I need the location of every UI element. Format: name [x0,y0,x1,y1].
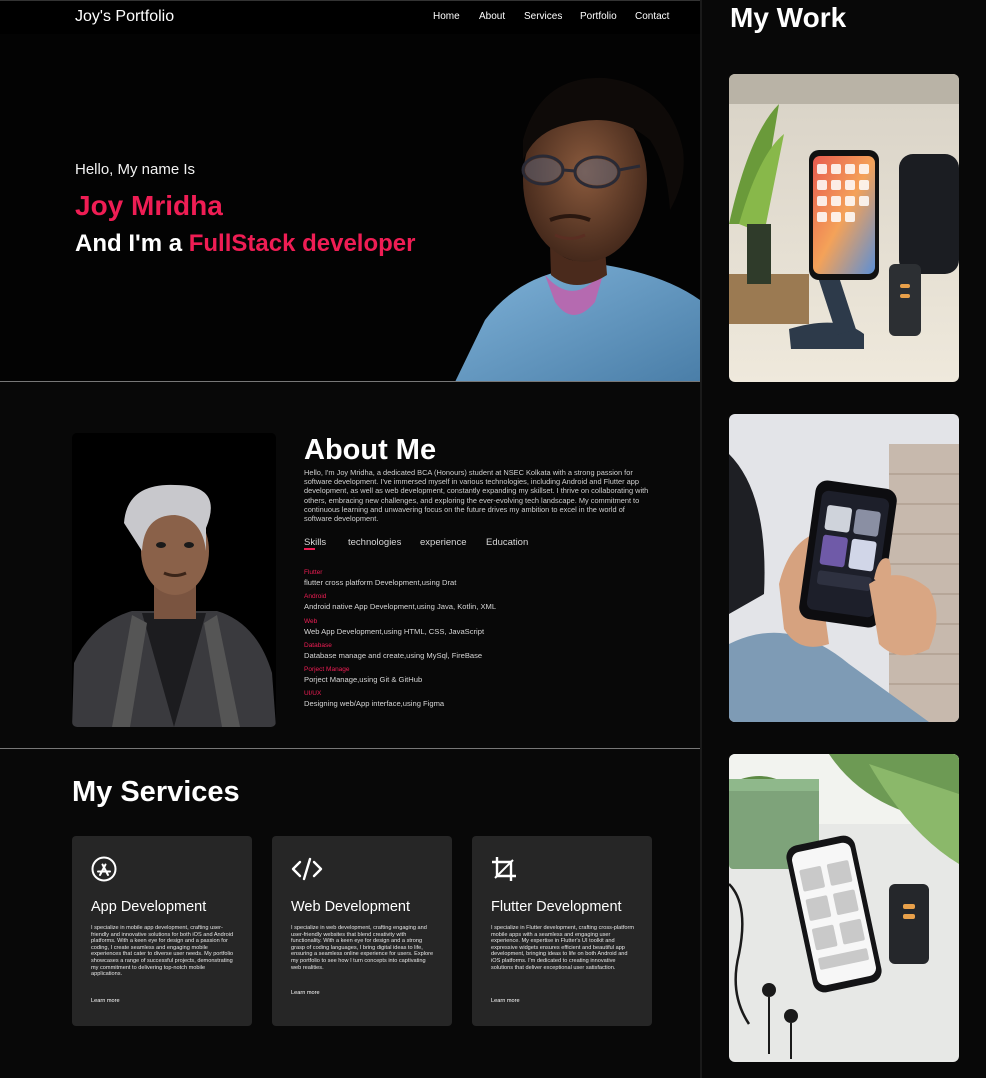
main-column: Joy's Portfolio Home About Services Port… [0,0,700,1078]
tab-skills[interactable]: Skills [304,537,326,548]
about-title: About Me [304,434,437,466]
tab-education[interactable]: Education [486,537,528,548]
site-header: Joy's Portfolio Home About Services Port… [0,0,700,34]
about-portrait-image [72,433,276,727]
work-item-hands-phone-image[interactable] [729,414,959,722]
skill-name: UI/UX [304,690,322,697]
hero-name: Joy Mridha [75,190,223,221]
crop-icon [492,857,516,881]
service-title: Web Development [291,899,411,915]
skill-name: Porject Manage [304,666,350,673]
work-item-phone-stand-image[interactable] [729,74,959,382]
learn-more-link[interactable]: Learn more [91,998,120,1004]
work-title: My Work [730,2,847,33]
code-icon [291,857,323,881]
skill-description: Database manage and create,using MySql, … [304,651,483,660]
nav-services[interactable]: Services [524,11,562,22]
hero-role-prefix: And I'm a [75,230,189,257]
work-item-phone-table-image[interactable] [729,754,959,1062]
skill-name: Database [304,642,332,649]
nav-portfolio[interactable]: Portfolio [580,11,617,22]
app-store-icon [91,856,117,882]
skill-description: Android native App Development,using Jav… [304,602,497,611]
skill-description: Web App Development,using HTML, CSS, Jav… [304,627,485,636]
services-title: My Services [72,776,240,808]
skill-name: Android [304,593,327,600]
services-section: My Services App Development I specialize… [0,749,700,1078]
service-description: I specialize in web development, craftin… [291,925,434,971]
hero-role-accent: FullStack developer [188,230,416,257]
service-card-app: App Development I specialize in mobile a… [72,836,252,1026]
active-tab-indicator [304,548,315,550]
learn-more-link[interactable]: Learn more [491,998,520,1004]
about-description: Hello, I'm Joy Mridha, a dedicated BCA (… [304,468,649,524]
hero-greeting: Hello, My name Is [75,161,196,178]
service-description: I specialize in Flutter development, cra… [491,925,635,971]
skill-name: Flutter [304,569,323,576]
work-column: My Work [702,0,986,1078]
skill-description: Designing web/App interface,using Figma [304,699,445,708]
nav-contact[interactable]: Contact [635,11,669,22]
hero-role: And I'm a FullStack developer [75,230,415,258]
service-title: App Development [91,899,207,915]
skill-description: flutter cross platform Development,using… [304,578,457,587]
hero-portrait-image [455,70,700,382]
hero-section: Hello, My name Is Joy Mridha And I'm a F… [0,34,700,382]
service-card-flutter: Flutter Development I specialize in Flut… [472,836,652,1026]
tab-experience[interactable]: experience [420,537,466,548]
nav-home[interactable]: Home [433,11,460,22]
site-logo[interactable]: Joy's Portfolio [75,8,174,26]
service-title: Flutter Development [491,899,622,915]
learn-more-link[interactable]: Learn more [291,990,320,996]
tab-technologies[interactable]: technologies [348,537,401,548]
skill-name: Web [304,618,318,625]
skill-description: Porject Manage,using Git & GitHub [304,675,423,684]
nav-about[interactable]: About [479,11,505,22]
service-card-web: Web Development I specialize in web deve… [272,836,452,1026]
about-section: About Me Hello, I'm Joy Mridha, a dedica… [0,382,700,748]
service-description: I specialize in mobile app development, … [91,925,234,978]
